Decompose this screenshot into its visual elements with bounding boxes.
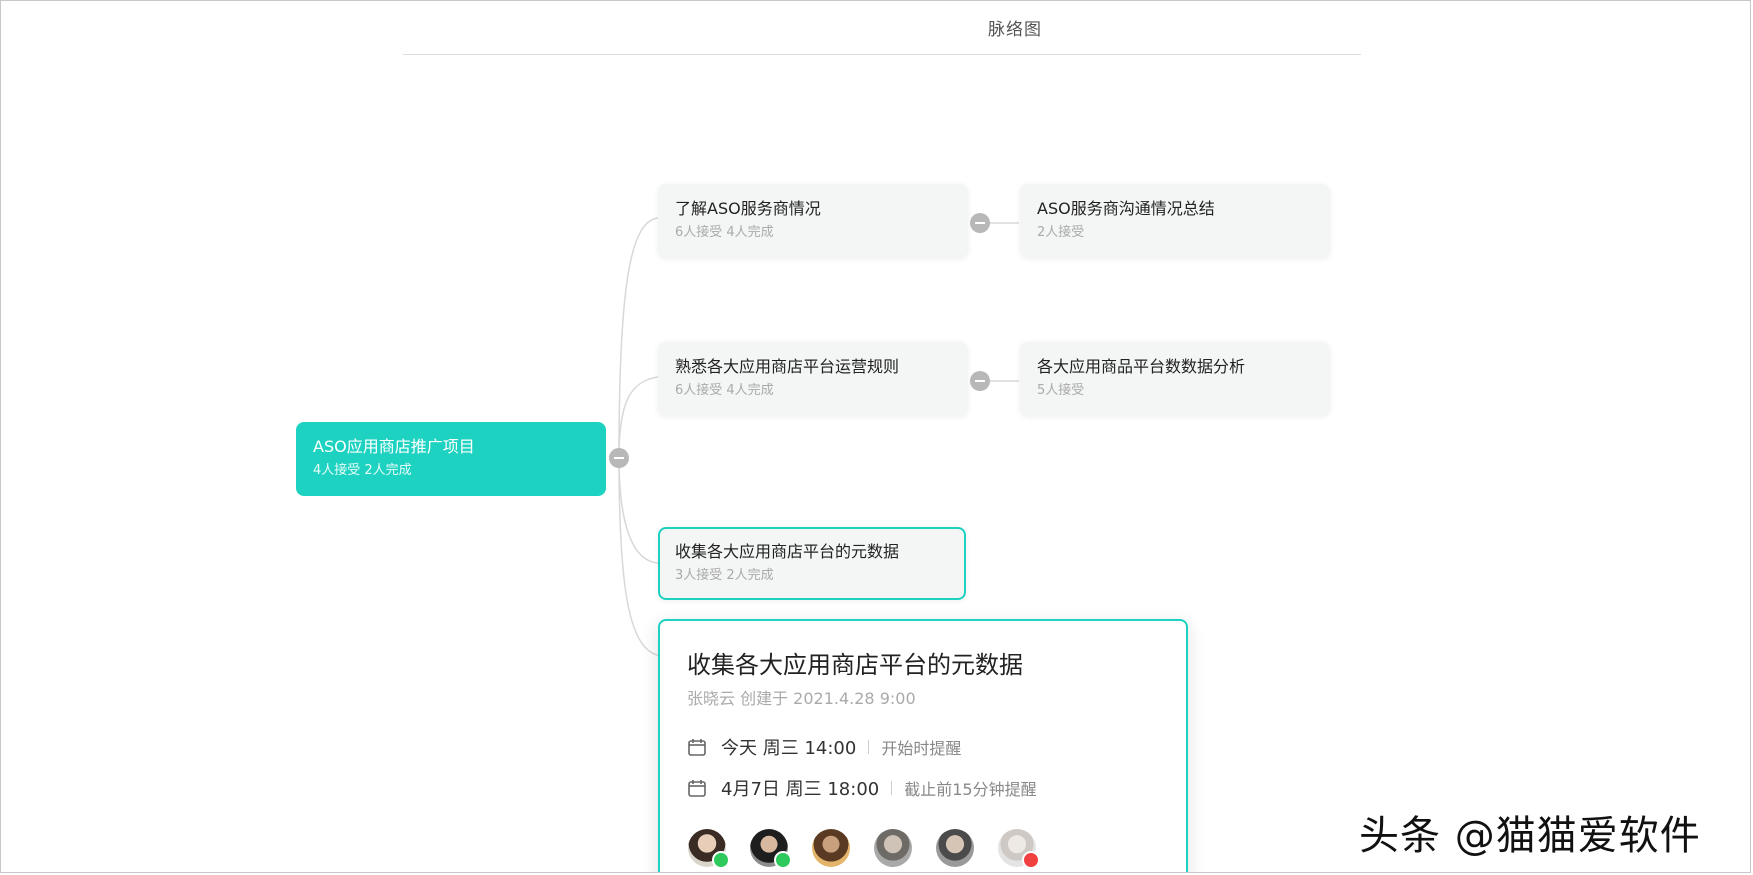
page-title: 脉络图: [988, 20, 1042, 40]
connector-root-branch-1: [618, 217, 659, 458]
branch-3-meta: 3人接受 2人完成: [675, 568, 774, 583]
detail-title: 收集各大应用商店平台的元数据: [687, 651, 1023, 679]
collapse-branch-2-icon[interactable]: [970, 371, 990, 391]
child-2-meta: 5人接受: [1037, 383, 1085, 398]
collapse-root-icon[interactable]: [609, 448, 629, 468]
branch-node-1[interactable]: 了解ASO服务商情况 6人接受 4人完成: [658, 184, 968, 258]
start-time: 今天 周三 14:00: [721, 738, 857, 759]
branch-3-title: 收集各大应用商店平台的元数据: [675, 542, 900, 561]
mindmap-window: 脉络图 ASO应用商店推广项目 4人接受 2人完成 了解ASO服务商情况 6人接…: [0, 0, 1751, 873]
child-node-2[interactable]: 各大应用商品平台数数据分析 5人接受: [1020, 342, 1330, 416]
rejected-icon: [1022, 851, 1040, 869]
separator: [868, 740, 870, 754]
calendar-icon: [688, 739, 706, 756]
assignee-avatar[interactable]: [936, 829, 974, 867]
child-1-meta: 2人接受: [1037, 225, 1085, 240]
header-divider: [403, 54, 1361, 55]
child-2-title: 各大应用商品平台数数据分析: [1037, 357, 1246, 376]
start-reminder-row[interactable]: 今天 周三 14:00 开始时提醒: [687, 734, 961, 760]
connector-root-branch-2: [618, 376, 659, 458]
branch-node-3[interactable]: 收集各大应用商店平台的元数据 3人接受 2人完成: [658, 527, 966, 600]
branch-2-meta: 6人接受 4人完成: [675, 383, 774, 398]
collapse-branch-1-icon[interactable]: [970, 213, 990, 233]
done-check-icon: [774, 851, 792, 869]
child-node-1[interactable]: ASO服务商沟通情况总结 2人接受: [1020, 184, 1330, 258]
calendar-icon: [688, 780, 706, 797]
watermark: 头条 @猫猫爱软件: [1359, 813, 1701, 859]
assignee-avatar[interactable]: [812, 829, 850, 867]
root-node-title: ASO应用商店推广项目: [313, 437, 475, 456]
detail-creator: 张晓云 创建于 2021.4.28 9:00: [687, 689, 916, 708]
branch-2-title: 熟悉各大应用商店平台运营规则: [675, 357, 900, 376]
branch-node-2[interactable]: 熟悉各大应用商店平台运营规则 6人接受 4人完成: [658, 342, 968, 416]
due-reminder-note: 截止前15分钟提醒: [904, 780, 1037, 799]
child-1-title: ASO服务商沟通情况总结: [1037, 199, 1215, 218]
assignee-avatar[interactable]: [688, 829, 730, 869]
due-time: 4月7日 周三 18:00: [721, 779, 880, 800]
assignee-avatar[interactable]: [998, 829, 1040, 869]
done-check-icon: [712, 851, 730, 869]
root-node[interactable]: ASO应用商店推广项目 4人接受 2人完成: [296, 422, 606, 496]
due-reminder-row[interactable]: 4月7日 周三 18:00 截止前15分钟提醒: [687, 775, 1037, 801]
task-detail-card[interactable]: 收集各大应用商店平台的元数据 张晓云 创建于 2021.4.28 9:00 今天…: [658, 619, 1188, 872]
connector-root-branch-3: [618, 456, 659, 564]
branch-1-meta: 6人接受 4人完成: [675, 225, 774, 240]
assignee-avatar[interactable]: [874, 829, 912, 867]
separator: [891, 781, 893, 795]
assignee-avatar[interactable]: [750, 829, 792, 869]
root-node-meta: 4人接受 2人完成: [313, 463, 412, 478]
start-reminder-note: 开始时提醒: [881, 739, 962, 758]
branch-1-title: 了解ASO服务商情况: [675, 199, 821, 218]
connector-root-detail: [618, 456, 662, 657]
